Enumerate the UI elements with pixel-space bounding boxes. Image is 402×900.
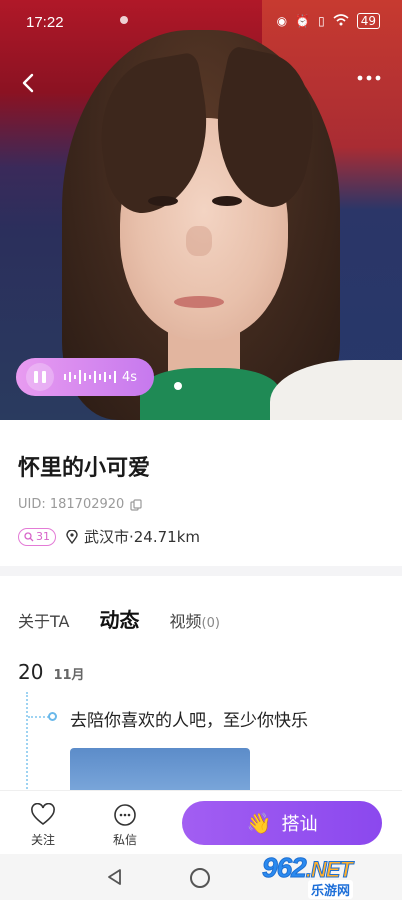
greet-button[interactable]: 👋 搭讪	[182, 801, 382, 845]
timeline-line	[26, 692, 28, 792]
more-button[interactable]	[354, 70, 384, 86]
uid-text: UID: 181702920	[18, 497, 125, 512]
moment-date: 20 11月	[18, 660, 85, 684]
watermark-number: 962	[262, 852, 308, 884]
battery-icon: 49	[356, 13, 380, 29]
message-label: 私信	[112, 833, 137, 847]
back-button[interactable]	[14, 68, 44, 98]
chevron-left-icon	[22, 73, 34, 93]
waving-hand-icon: 👋	[246, 811, 272, 835]
moment-month: 11月	[53, 668, 85, 683]
greet-label: 搭讪	[281, 814, 318, 835]
location-text: 武汉市·24.71km	[84, 528, 201, 546]
tab-videos[interactable]: 视频(0)	[169, 608, 219, 632]
profile-meta: 31 武汉市·24.71km	[18, 526, 200, 547]
action-bar: 关注 私信 👋 搭讪	[0, 790, 402, 854]
profile-photo[interactable]	[0, 0, 402, 420]
tab-videos-count: (0)	[201, 616, 220, 631]
heart-icon	[31, 803, 55, 826]
watermark-logo: 962.NET 乐游网	[262, 852, 398, 899]
follow-label: 关注	[30, 833, 55, 847]
voice-duration: 4s	[122, 369, 138, 385]
vibrate-icon: ▯	[318, 14, 325, 28]
profile-screen: 17:22 ◉ ⏰ ▯ 49 4s 怀里的小可爱 UID: 181702920 …	[0, 0, 402, 900]
moment-day: 20	[18, 660, 44, 684]
alarm-icon: ⏰	[295, 14, 311, 28]
timeline-node	[48, 712, 57, 721]
message-button[interactable]: 私信	[112, 803, 138, 848]
status-time: 17:22	[26, 14, 64, 31]
level-value: 31	[36, 530, 50, 543]
profile-tabs: 关于TA 动态 视频(0)	[18, 604, 220, 633]
tab-videos-label: 视频	[169, 612, 202, 631]
follow-button[interactable]: 关注	[30, 803, 56, 848]
system-home-icon[interactable]	[190, 868, 210, 888]
tab-about[interactable]: 关于TA	[18, 608, 69, 632]
wifi-icon	[333, 13, 349, 29]
uid-row: UID: 181702920	[18, 497, 142, 512]
moment-image[interactable]	[70, 748, 250, 792]
search-heart-icon	[24, 531, 34, 541]
level-badge: 31	[18, 527, 56, 546]
more-dots-icon	[357, 75, 381, 81]
chat-bubble-icon	[114, 804, 136, 826]
eye-icon: ◉	[276, 14, 288, 28]
copy-icon[interactable]	[130, 498, 142, 511]
watermark-text: 乐游网	[308, 880, 354, 899]
location: 武汉市·24.71km	[66, 526, 200, 547]
voice-intro-player[interactable]: 4s	[16, 358, 154, 396]
status-bar: 17:22 ◉ ⏰ ▯ 49	[0, 0, 402, 40]
moment-text[interactable]: 去陪你喜欢的人吧，至少你快乐	[70, 706, 308, 731]
section-divider	[0, 566, 402, 576]
tab-moments[interactable]: 动态	[99, 604, 139, 633]
pause-icon[interactable]	[26, 363, 54, 391]
profile-name: 怀里的小可爱	[18, 456, 151, 481]
photo-page-indicator	[174, 382, 182, 390]
watermark-suffix: .NET	[305, 857, 353, 883]
system-back-icon[interactable]	[106, 868, 124, 886]
location-pin-icon	[66, 529, 78, 544]
waveform-icon	[64, 370, 116, 384]
notification-dot	[120, 16, 128, 24]
